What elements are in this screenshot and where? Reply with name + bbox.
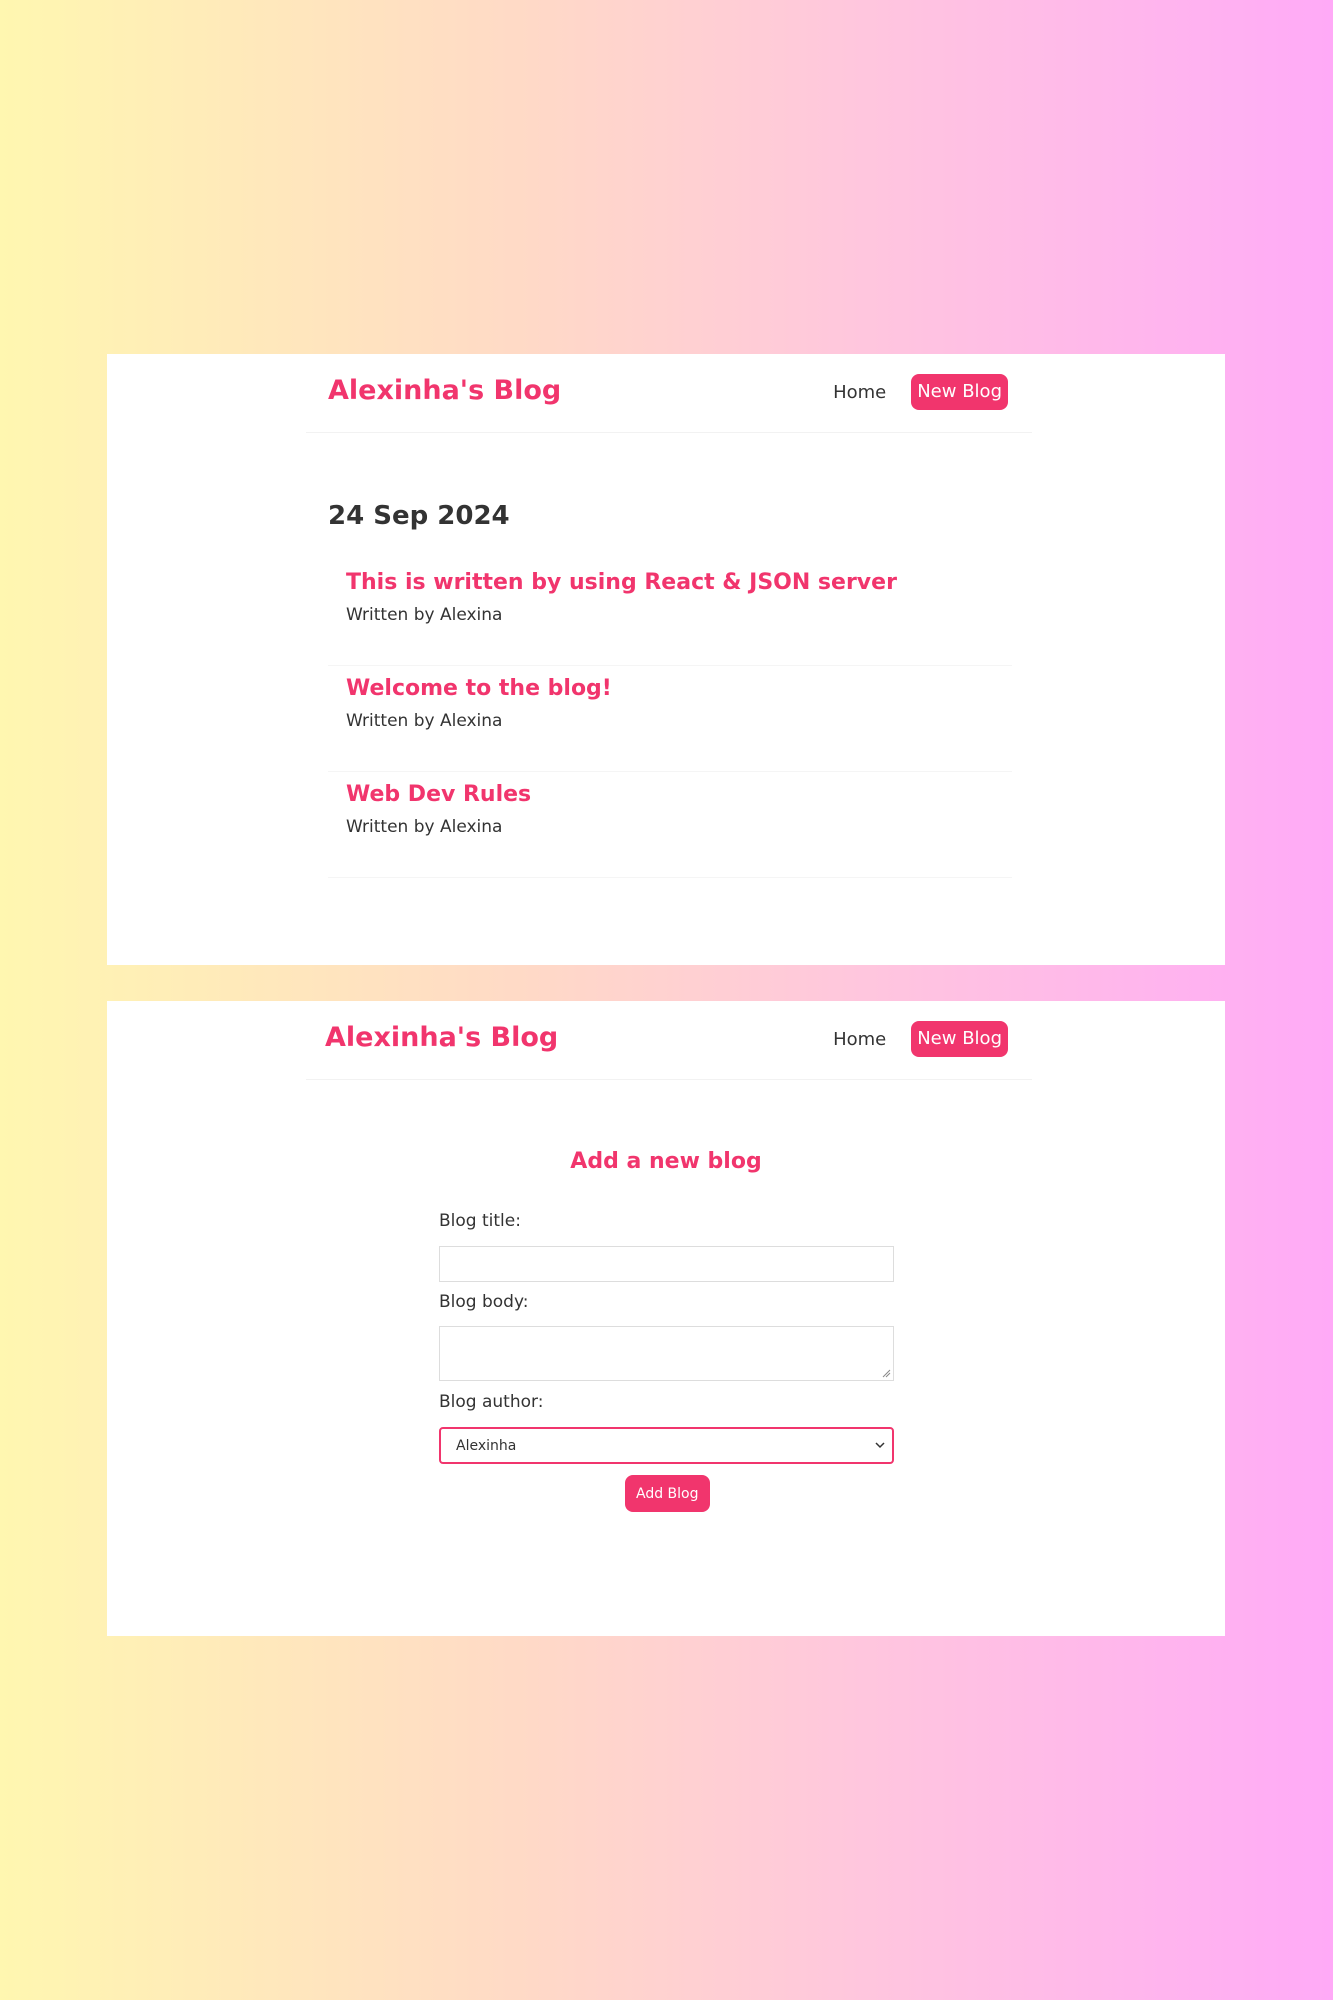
nav-links: Home New Blog (833, 374, 1008, 410)
blog-body-label: Blog body: (439, 1292, 529, 1312)
blog-preview[interactable]: Welcome to the blog! Written by Alexina (328, 666, 1012, 772)
chevron-down-icon (875, 1442, 885, 1449)
navbar: Alexinha's Blog Home New Blog (306, 354, 1032, 433)
blog-body-textarea[interactable] (439, 1326, 894, 1381)
form-heading: Add a new blog (570, 1149, 762, 1174)
blog-preview-title[interactable]: This is written by using React & JSON se… (346, 570, 994, 595)
blog-title-input[interactable] (439, 1246, 894, 1282)
date-heading: 24 Sep 2024 (328, 501, 510, 531)
resize-handle-icon[interactable] (882, 1369, 891, 1378)
blog-preview-title[interactable]: Web Dev Rules (346, 782, 994, 807)
blog-author-select[interactable]: Alexinha (439, 1427, 894, 1464)
nav-new-blog-button[interactable]: New Blog (911, 1021, 1008, 1057)
brand-title: Alexinha's Blog (328, 375, 562, 406)
nav-links: Home New Blog (833, 1021, 1008, 1057)
nav-home-link[interactable]: Home (833, 382, 886, 403)
navbar: Alexinha's Blog Home New Blog (306, 1001, 1032, 1080)
blog-author-label: Blog author: (439, 1392, 544, 1412)
blog-preview-byline: Written by Alexina (346, 605, 503, 625)
blog-preview-title[interactable]: Welcome to the blog! (346, 676, 994, 701)
blog-preview[interactable]: This is written by using React & JSON se… (328, 560, 1012, 666)
blog-list: This is written by using React & JSON se… (328, 560, 1012, 878)
blog-preview[interactable]: Web Dev Rules Written by Alexina (328, 772, 1012, 878)
blog-preview-byline: Written by Alexina (346, 711, 503, 731)
blog-preview-byline: Written by Alexina (346, 817, 503, 837)
blog-author-selected-value: Alexinha (456, 1438, 517, 1454)
blog-title-label: Blog title: (439, 1211, 521, 1231)
add-blog-button[interactable]: Add Blog (625, 1475, 710, 1512)
nav-home-link[interactable]: Home (833, 1029, 886, 1050)
home-page-panel: Alexinha's Blog Home New Blog 24 Sep 202… (107, 354, 1225, 965)
brand-title: Alexinha's Blog (325, 1022, 559, 1053)
nav-new-blog-button[interactable]: New Blog (911, 374, 1008, 410)
create-page-panel: Alexinha's Blog Home New Blog Add a new … (107, 1001, 1225, 1636)
